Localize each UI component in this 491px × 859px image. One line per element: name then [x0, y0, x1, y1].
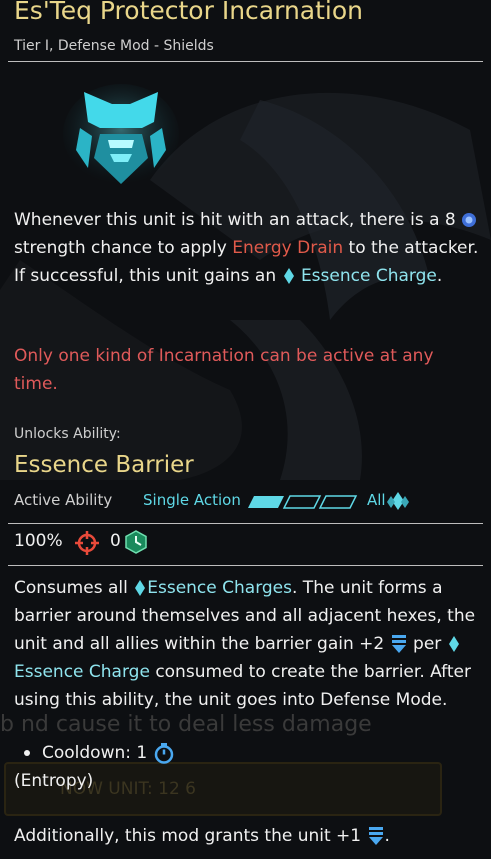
- target-all-icon: [387, 492, 409, 510]
- essence-drop-icon: [448, 636, 459, 652]
- ability-description: Consumes all Essence Charges. The unit f…: [14, 574, 484, 714]
- action-pips-icon: [248, 495, 358, 509]
- cooldown-text: Cooldown: 1: [42, 743, 148, 763]
- additional-bonus: Additionally, this mod grants the unit +…: [14, 825, 390, 847]
- cost-value: 0: [110, 531, 121, 551]
- essence-drop-icon: [135, 580, 146, 596]
- entropy-label: (Entropy): [14, 771, 94, 791]
- cooldown-item: Cooldown: 1: [24, 742, 175, 764]
- additional-text: Additionally, this mod grants the unit +…: [14, 826, 362, 846]
- ability-info-row: Active Ability Single Action All: [14, 491, 484, 513]
- ability-desc-1: Consumes all: [14, 578, 128, 598]
- ability-name: Essence Barrier: [14, 452, 194, 478]
- header-divider: [8, 61, 483, 62]
- additional-end: .: [384, 826, 390, 846]
- essence-charges-link[interactable]: Essence Charges: [147, 578, 292, 598]
- background-ghost-text: b nd cause it to deal less damage: [0, 712, 372, 737]
- ability-desc-3: per: [413, 634, 442, 654]
- mod-description: Whenever this unit is hit with an attack…: [14, 206, 482, 290]
- accuracy-value: 100%: [14, 531, 63, 551]
- unlocks-ability-label: Unlocks Ability:: [14, 426, 121, 442]
- action-type: Single Action: [143, 491, 241, 509]
- description-text-2: strength chance to apply: [14, 238, 227, 258]
- incarnation-warning: Only one kind of Incarnation can be acti…: [14, 346, 434, 394]
- stopwatch-icon: [154, 743, 173, 764]
- mod-subtitle: Tier I, Defense Mod - Shields: [14, 38, 214, 54]
- shield-stack-icon: [391, 635, 406, 653]
- stats-divider-top: [8, 523, 483, 524]
- target-label: All: [367, 491, 386, 509]
- essence-charge-link[interactable]: Essence Charge: [14, 662, 150, 682]
- bullet: [24, 750, 30, 756]
- shield-stack-icon: [368, 827, 383, 845]
- mod-title: Es'Teq Protector Incarnation: [14, 0, 363, 25]
- description-text-1: Whenever this unit is hit with an attack…: [14, 210, 456, 230]
- description-text-4: .: [436, 266, 443, 286]
- stats-divider-bottom: [8, 565, 483, 566]
- energy-drain-link[interactable]: Energy Drain: [232, 238, 343, 258]
- ability-type: Active Ability: [14, 491, 113, 509]
- essence-drop-icon: [283, 268, 294, 284]
- gear-icon: [462, 213, 477, 227]
- incarnation-emblem-icon: [63, 84, 179, 184]
- crosshair-icon: [75, 531, 99, 555]
- essence-charge-link[interactable]: Essence Charge: [301, 266, 437, 286]
- hex-cost-icon: [125, 530, 147, 554]
